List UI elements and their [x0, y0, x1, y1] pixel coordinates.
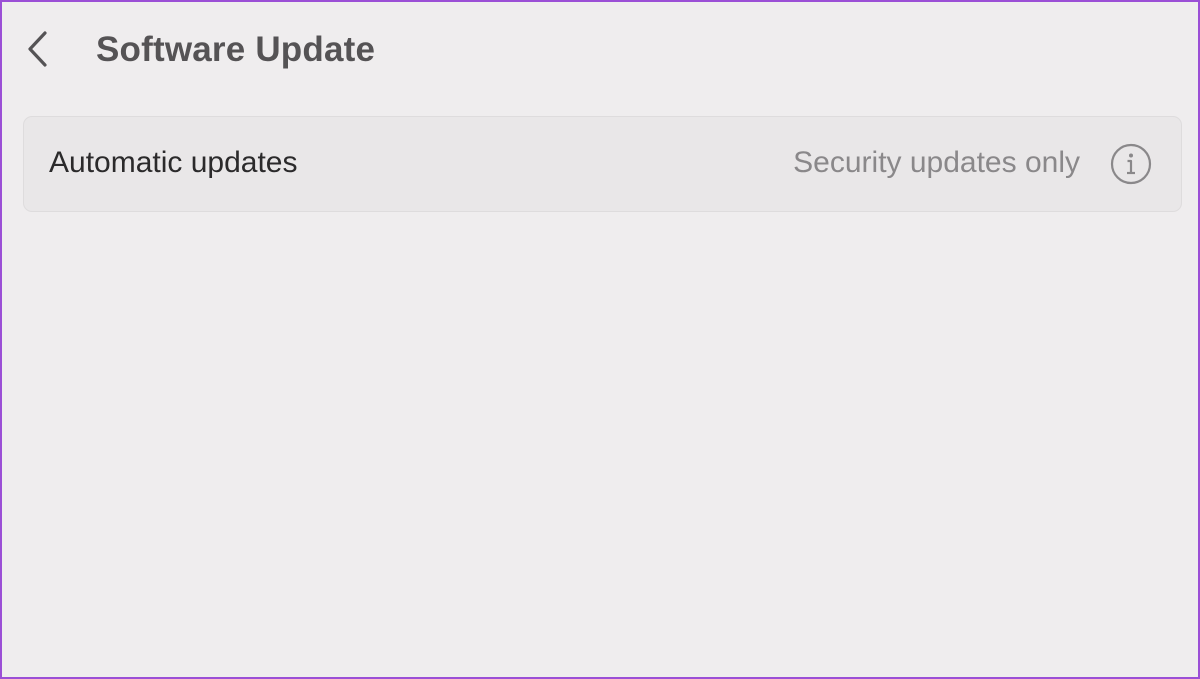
back-button[interactable]	[20, 28, 56, 70]
info-button[interactable]	[1110, 143, 1152, 185]
info-circle-icon	[1110, 143, 1152, 185]
page-title: Software Update	[96, 30, 376, 69]
automatic-updates-row[interactable]: Automatic updates Security updates only	[23, 116, 1182, 212]
automatic-updates-value: Security updates only	[793, 146, 1080, 179]
automatic-updates-label: Automatic updates	[49, 146, 298, 179]
window-frame	[0, 0, 1200, 679]
chevron-left-icon	[25, 29, 51, 69]
header: Software Update	[0, 0, 1200, 100]
